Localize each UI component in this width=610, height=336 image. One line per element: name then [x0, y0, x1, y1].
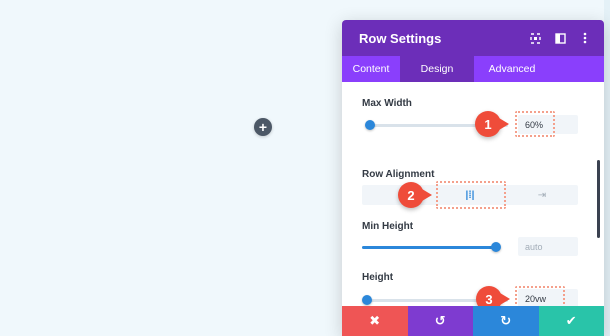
modal-footer: ✖ ↺ ↻ ✔ — [342, 306, 604, 336]
split-view-icon[interactable] — [551, 29, 569, 47]
undo-icon: ↺ — [434, 313, 446, 328]
save-button[interactable]: ✔ — [538, 306, 604, 336]
height-slider-knob[interactable] — [362, 295, 372, 305]
redo-icon: ↻ — [500, 313, 512, 328]
undo-button[interactable]: ↺ — [407, 306, 473, 336]
tab-bar: Content Design Advanced — [342, 56, 604, 82]
modal-header[interactable]: Row Settings — [342, 20, 604, 56]
min-height-label: Min Height — [362, 221, 414, 232]
step-marker-2: 2 — [398, 182, 432, 208]
max-width-slider-knob[interactable] — [365, 120, 375, 130]
min-height-input[interactable]: auto — [518, 237, 578, 256]
add-row-button[interactable]: + — [254, 118, 272, 136]
tab-content[interactable]: Content — [342, 56, 400, 82]
tab-design[interactable]: Design — [400, 56, 474, 82]
design-panel: Max Width 60% 1 Row Alignment |⁞| ⇥ 2 Mi… — [342, 82, 604, 312]
height-label: Height — [362, 272, 394, 283]
plus-icon: + — [258, 119, 268, 135]
row-settings-modal: Row Settings Content Design Advanced Max… — [342, 20, 604, 336]
fullscreen-icon[interactable] — [526, 29, 544, 47]
max-width-label: Max Width — [362, 98, 412, 109]
row-alignment-label: Row Alignment — [362, 169, 435, 180]
min-height-slider[interactable] — [362, 246, 496, 249]
more-options-icon[interactable] — [576, 29, 594, 47]
highlight-max-width — [515, 111, 555, 137]
tab-advanced[interactable]: Advanced — [474, 56, 550, 82]
panel-scrollbar[interactable] — [597, 160, 600, 238]
checkmark-icon: ✔ — [565, 313, 577, 328]
min-height-slider-fill — [362, 246, 496, 249]
cancel-button[interactable]: ✖ — [342, 306, 408, 336]
step-marker-1: 1 — [475, 111, 509, 137]
modal-title: Row Settings — [359, 30, 442, 46]
min-height-slider-knob[interactable] — [491, 242, 501, 252]
close-icon: ✖ — [369, 313, 381, 328]
canvas-edge — [604, 0, 610, 336]
highlight-row-alignment — [436, 181, 506, 209]
redo-button[interactable]: ↻ — [473, 306, 539, 336]
align-right-option[interactable]: ⇥ — [506, 185, 578, 205]
